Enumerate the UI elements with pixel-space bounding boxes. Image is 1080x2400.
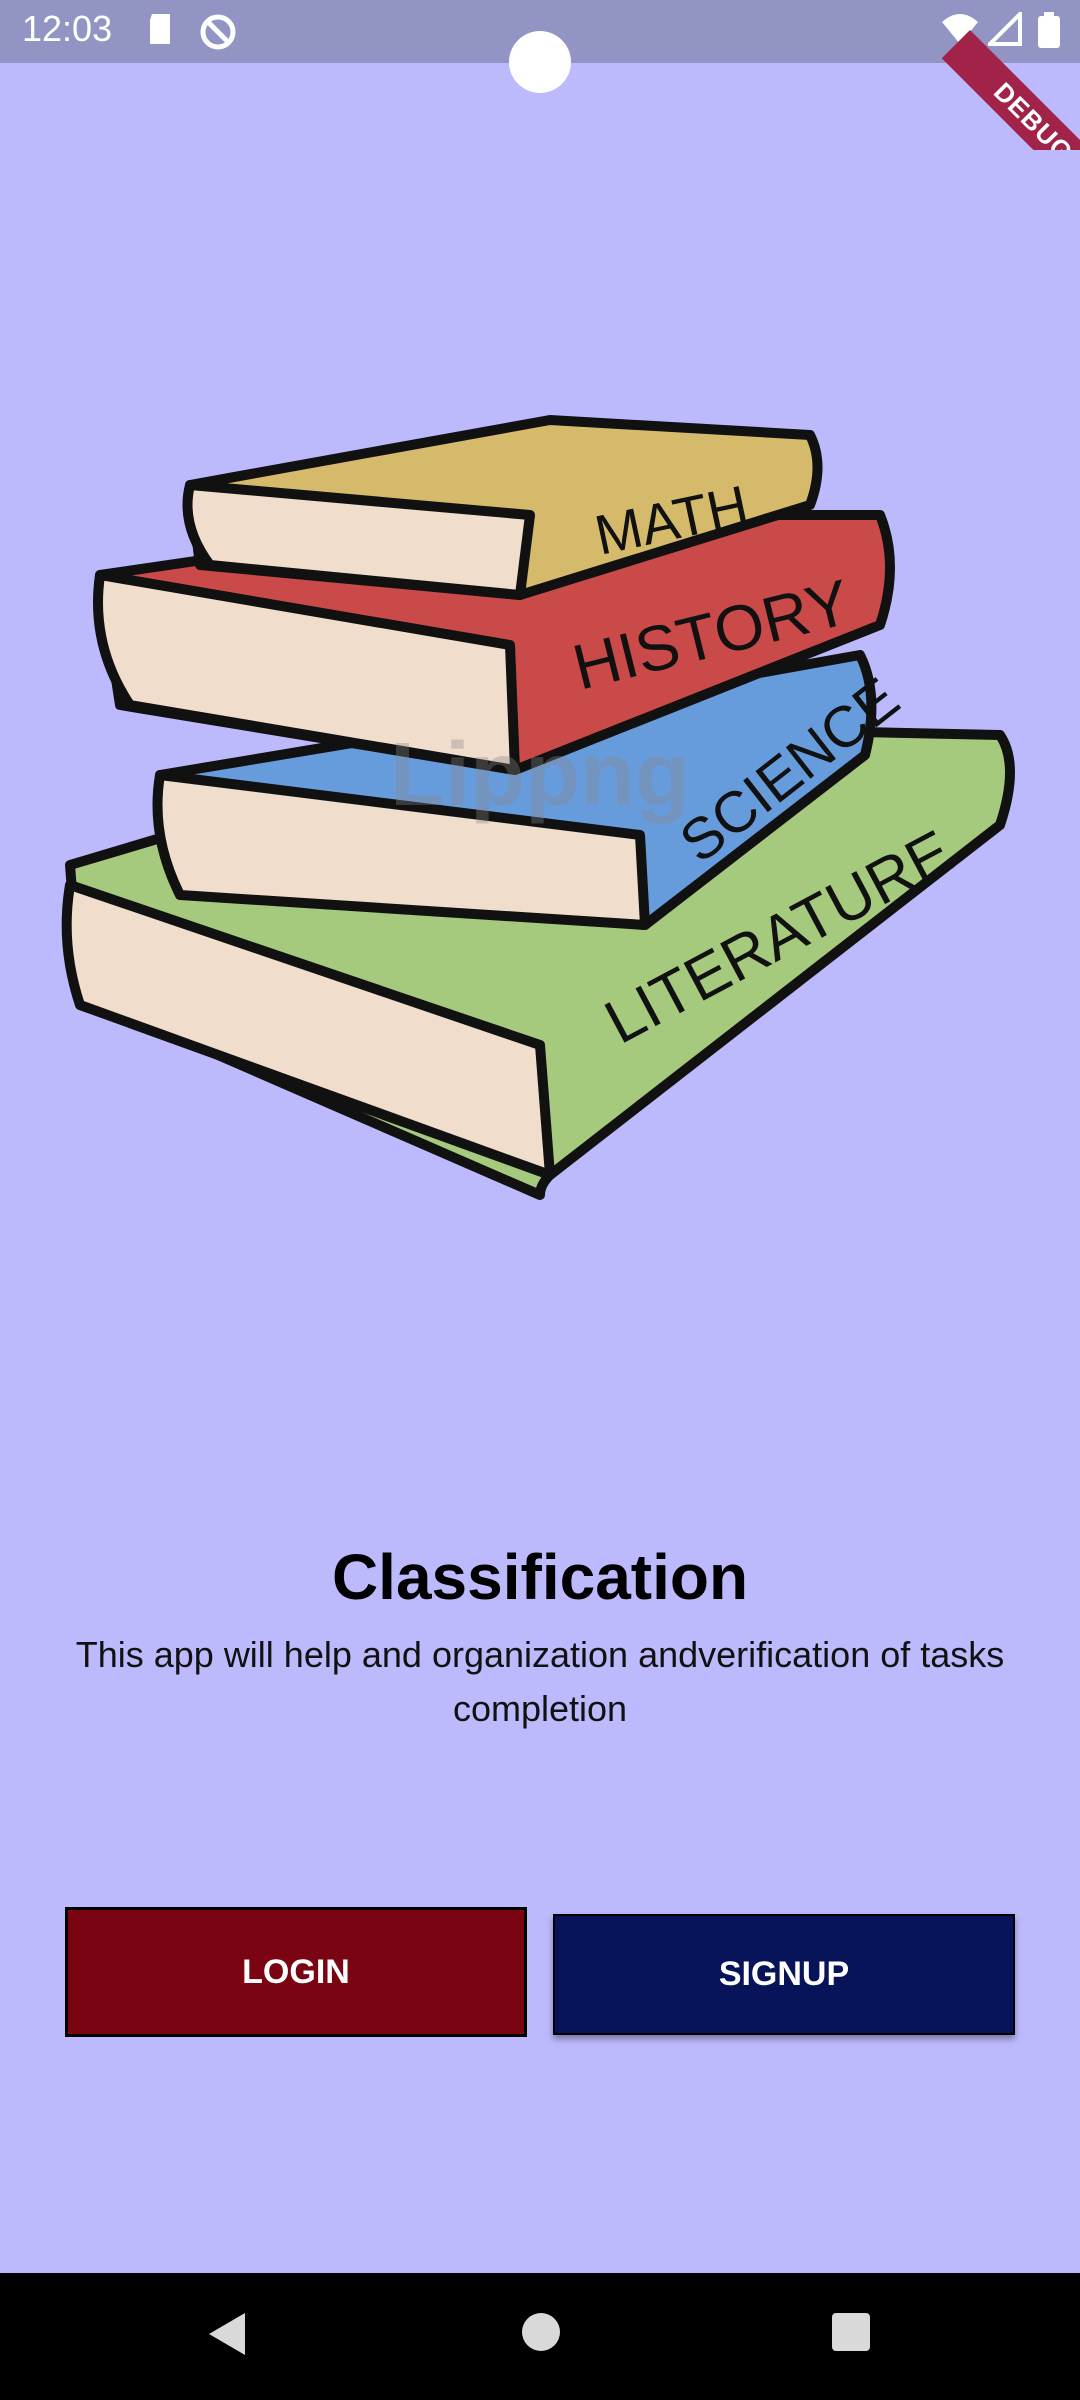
no-sync-icon — [198, 12, 238, 57]
navigation-bar — [0, 2273, 1080, 2400]
books-illustration: LITERATURE SCIENCE HISTORY MATH Lippng — [61, 415, 1015, 1200]
debug-banner: DEBUG — [930, 0, 1080, 150]
page-title: Classification — [331, 1541, 749, 1613]
watermark-text: Lippng — [390, 725, 690, 825]
sd-card-icon — [146, 12, 174, 51]
login-button[interactable]: LOGIN — [65, 1907, 527, 2037]
signup-button[interactable]: SIGNUP — [553, 1914, 1015, 2035]
back-icon[interactable] — [205, 2311, 249, 2362]
camera-cutout — [509, 31, 571, 93]
status-time: 12:03 — [22, 8, 113, 49]
home-icon[interactable] — [520, 2311, 562, 2358]
debug-label: DEBUG — [941, 30, 1080, 150]
recents-icon[interactable] — [830, 2311, 872, 2358]
page-subtitle: This app will help and organization andv… — [75, 1634, 1005, 1729]
